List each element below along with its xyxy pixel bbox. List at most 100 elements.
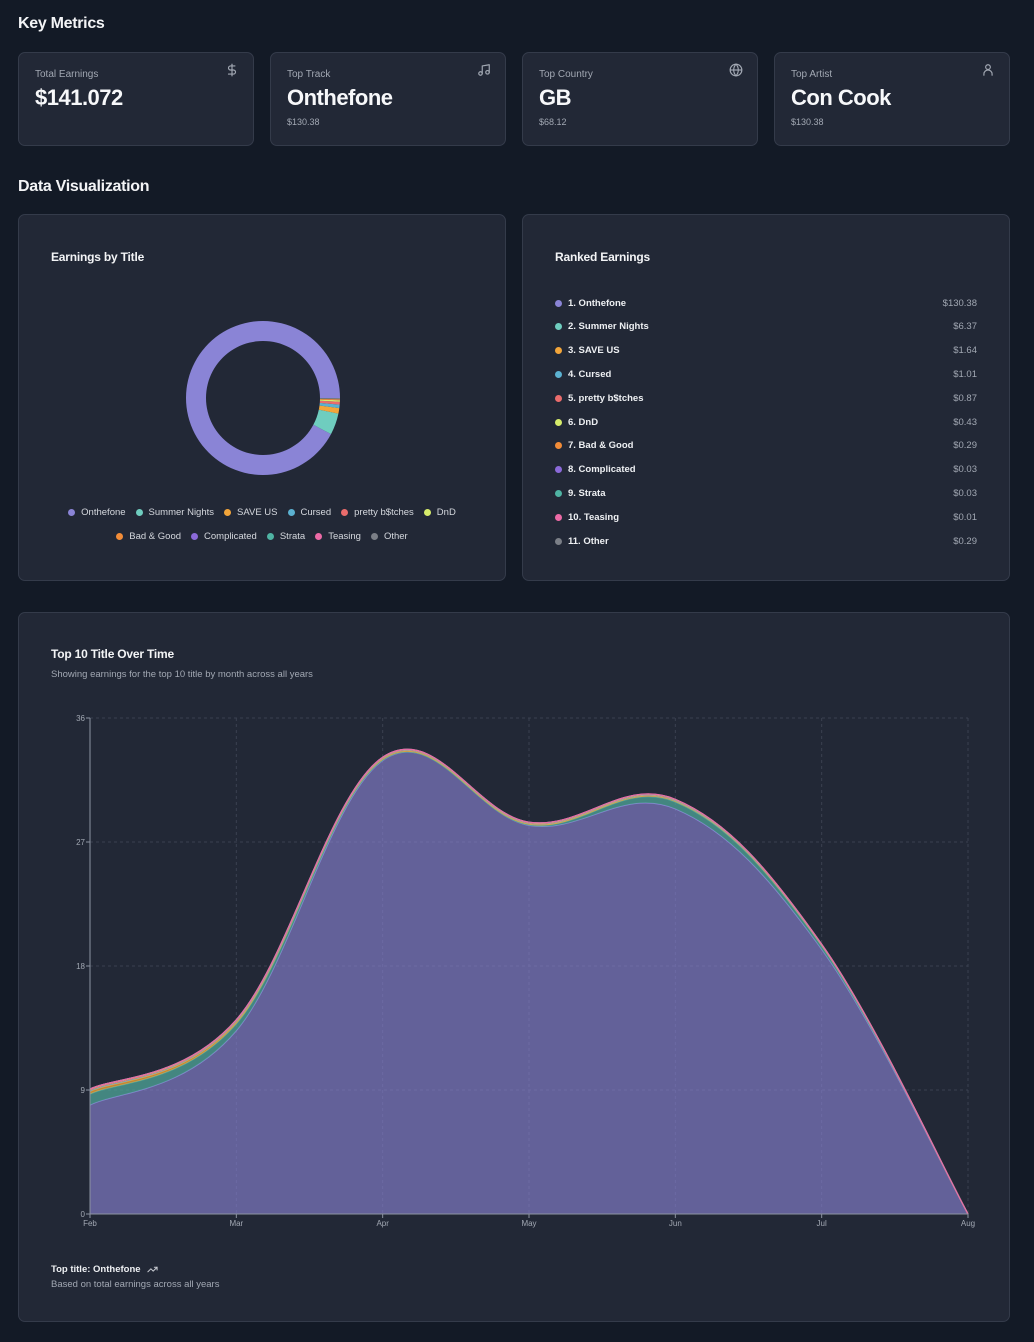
ranked-row[interactable]: 5. pretty b$tches $0.87 (555, 390, 977, 406)
metric-sub: $130.38 (287, 117, 320, 127)
user-icon (983, 64, 993, 76)
ranked-label: 3. SAVE US (568, 345, 620, 357)
legend-label: Onthefone (81, 506, 126, 518)
ranked-amount: $0.87 (953, 392, 977, 404)
ranked-amount: $0.03 (953, 487, 977, 499)
ranked-amount: $0.29 (953, 440, 977, 452)
x-tick-label: Jun (669, 1219, 682, 1228)
metric-label: Total Earnings (35, 69, 99, 80)
ranked-row[interactable]: 7. Bad & Good $0.29 (555, 438, 977, 454)
ranked-swatch (555, 370, 562, 378)
ranked-title: 9. Strata (555, 488, 953, 499)
ranked-swatch (555, 466, 562, 474)
x-tick-label: Aug (961, 1219, 975, 1228)
legend-swatch (191, 532, 199, 540)
legend-item[interactable]: SAVE US (224, 500, 278, 524)
ranked-title: 6. DnD (555, 417, 953, 428)
ranked-title: 8. Complicated (555, 464, 953, 475)
ranked-swatch (555, 513, 562, 521)
ranked-row[interactable]: 2. Summer Nights $6.37 (555, 319, 977, 335)
legend-swatch (224, 508, 232, 516)
ranked-row[interactable]: 8. Complicated $0.03 (555, 462, 977, 478)
ranked-swatch (555, 442, 562, 450)
key-metrics-heading: Key Metrics (18, 15, 105, 32)
data-visualization-heading: Data Visualization (18, 178, 150, 195)
metric-value: $141.072 (35, 85, 123, 110)
legend-label: Bad & Good (129, 530, 182, 542)
ranked-label: 7. Bad & Good (568, 440, 634, 452)
x-tick-label: Mar (229, 1219, 243, 1228)
ranked-label: 11. Other (568, 535, 609, 547)
earnings-by-title-panel: Earnings by Title Onthefone Summer Nights… (18, 214, 506, 581)
x-tick-label: Feb (83, 1219, 97, 1228)
donut-chart (186, 321, 340, 476)
legend-label: Teasing (328, 530, 361, 542)
ranked-amount: $0.43 (953, 416, 977, 428)
legend-label: pretty b$tches (354, 506, 414, 518)
legend-item[interactable]: Teasing (315, 524, 361, 548)
donut-slice-onthefone[interactable] (186, 321, 340, 476)
ranked-title: 5. pretty b$tches (555, 393, 953, 404)
x-tick-label: May (521, 1219, 536, 1228)
ranked-title: 2. Summer Nights (555, 321, 953, 332)
ranked-row[interactable]: 6. DnD $0.43 (555, 414, 977, 430)
ranked-amount: $0.03 (953, 464, 977, 476)
footer-title-text: Top title: Onthefone (51, 1264, 141, 1275)
legend-swatch (116, 532, 124, 540)
legend-item[interactable]: pretty b$tches (341, 500, 414, 524)
y-tick-label: 9 (81, 1086, 86, 1095)
legend-label: SAVE US (237, 506, 278, 518)
legend-swatch (68, 508, 76, 516)
metric-label: Top Country (539, 69, 593, 80)
ranked-row[interactable]: 1. Onthefone $130.38 (555, 295, 977, 311)
x-tick-label: Jul (817, 1219, 827, 1228)
x-tick-label: Apr (376, 1219, 389, 1228)
ranked-row[interactable]: 9. Strata $0.03 (555, 485, 977, 501)
ranked-amount: $130.38 (942, 297, 977, 309)
ranked-title: 11. Other (555, 536, 953, 547)
ranked-label: 1. Onthefone (568, 297, 627, 309)
legend-item[interactable]: Complicated (191, 524, 257, 548)
legend-swatch (315, 532, 323, 540)
legend-label: Strata (279, 530, 306, 542)
ranked-row[interactable]: 3. SAVE US $1.64 (555, 343, 977, 359)
globe-icon (729, 63, 743, 77)
stacked-area-chart: 0 9 18 27 36 Feb Mar Apr May Jun Jul Aug (76, 714, 975, 1228)
legend-item[interactable]: Cursed (287, 500, 331, 524)
legend-item[interactable]: Onthefone (68, 500, 126, 524)
ranked-row[interactable]: 11. Other $0.29 (555, 533, 977, 549)
ranked-label: 2. Summer Nights (568, 321, 649, 333)
footer-subtitle: Based on total earnings across all years (51, 1279, 220, 1290)
metric-label: Top Artist (791, 69, 833, 80)
ranked-earnings-panel: Ranked Earnings 1. Onthefone $130.38 2. Su… (522, 214, 1010, 581)
ranked-title: 10. Teasing (555, 512, 953, 523)
legend-swatch (266, 532, 274, 540)
ranked-swatch (555, 299, 562, 307)
metric-sub: $130.38 (791, 117, 824, 127)
trending-up-icon (146, 1266, 158, 1273)
legend-item[interactable]: Summer Nights (135, 500, 214, 524)
ranked-label: 9. Strata (568, 487, 606, 499)
legend-swatch (370, 532, 378, 540)
ranked-amount: $1.64 (953, 345, 977, 357)
legend-label: Other (383, 530, 408, 542)
ranked-title: 1. Onthefone (555, 298, 943, 309)
ranked-amount: $1.01 (953, 368, 977, 380)
metric-card-top-country: Top Country GB $68.12 (522, 52, 758, 146)
ranked-row[interactable]: 10. Teasing $0.01 (555, 509, 977, 525)
legend-item[interactable]: Other (370, 524, 408, 548)
y-tick-label: 0 (81, 1210, 86, 1219)
legend-item[interactable]: Bad & Good (116, 524, 181, 548)
ranked-amount: $6.37 (953, 321, 977, 333)
y-tick-label: 18 (76, 962, 85, 971)
ranked-swatch (555, 347, 562, 355)
legend-swatch (341, 508, 349, 516)
ranked-swatch (555, 394, 562, 402)
metric-value: Onthefone (287, 85, 393, 110)
ranked-row[interactable]: 4. Cursed $1.01 (555, 366, 977, 382)
legend-item[interactable]: DnD (423, 500, 456, 524)
ranked-amount: $0.29 (953, 535, 977, 547)
ranked-label: 8. Complicated (568, 464, 636, 476)
legend-swatch (423, 508, 431, 516)
legend-item[interactable]: Strata (266, 524, 306, 548)
